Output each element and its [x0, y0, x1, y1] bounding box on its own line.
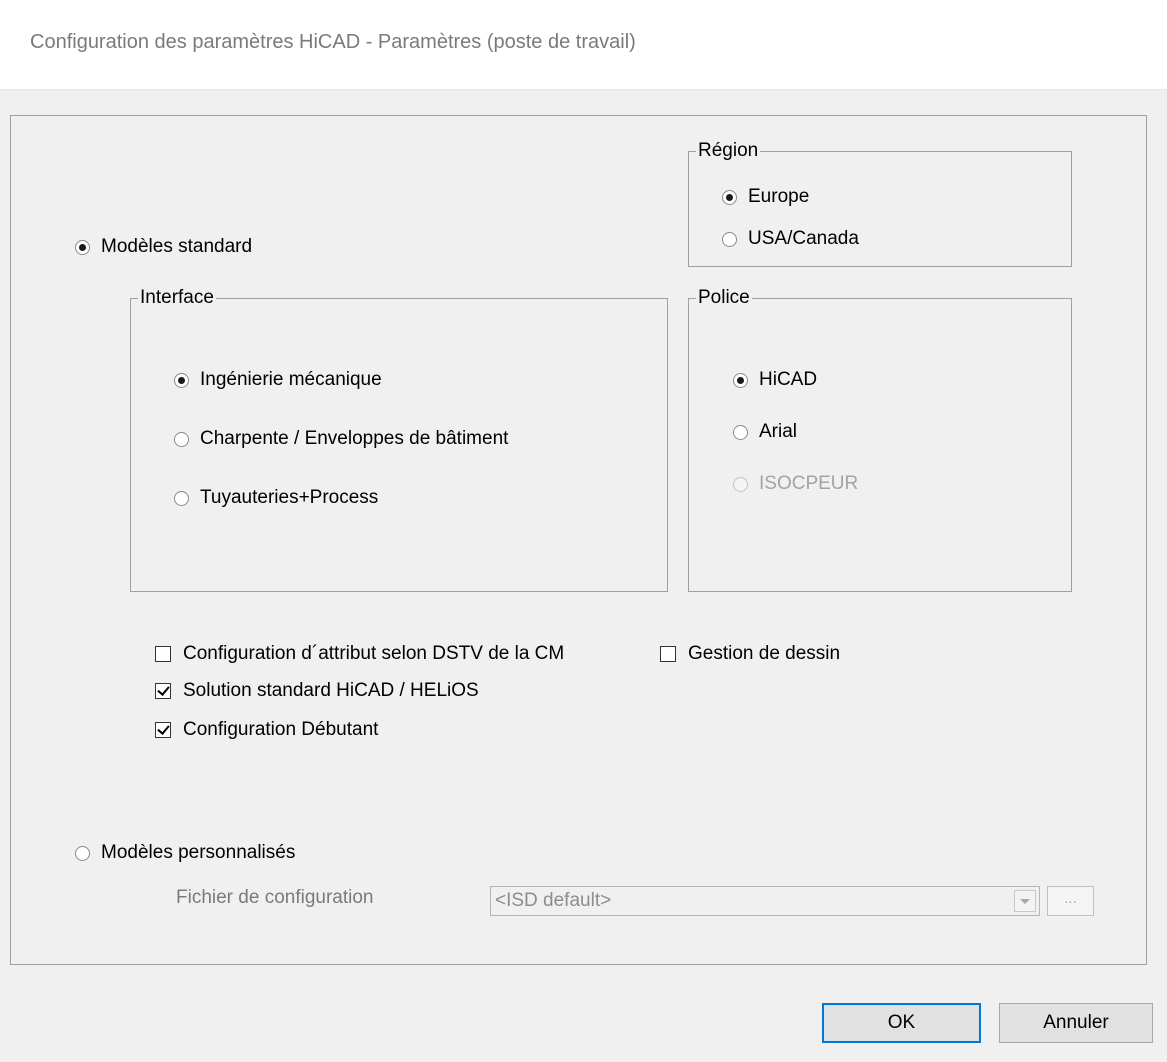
config-file-combo[interactable]: <ISD default> — [490, 886, 1040, 916]
custom-templates-radio[interactable]: Modèles personnalisés — [75, 842, 295, 864]
radio-indicator — [174, 372, 189, 388]
font-option-arial[interactable]: Arial — [733, 421, 797, 443]
region-option-usa-canada[interactable]: USA/Canada — [722, 228, 859, 250]
drawing-management-checkbox[interactable]: Gestion de dessin — [660, 643, 840, 665]
checkbox-indicator — [660, 646, 676, 662]
interface-option-label: Ingénierie mécanique — [200, 369, 382, 390]
interface-option-label: Tuyauteries+Process — [200, 487, 379, 508]
interface-option-mechanical[interactable]: Ingénierie mécanique — [174, 369, 382, 391]
dstv-attribute-checkbox[interactable]: Configuration d´attribut selon DSTV de l… — [155, 643, 564, 665]
drawing-management-label: Gestion de dessin — [688, 643, 841, 664]
helios-solution-checkbox[interactable]: Solution standard HiCAD / HELiOS — [155, 680, 479, 702]
cancel-button[interactable]: Annuler — [999, 1003, 1153, 1043]
interface-option-label: Charpente / Enveloppes de bâtiment — [200, 428, 509, 449]
standard-templates-radio[interactable]: Modèles standard — [75, 236, 252, 258]
title-bar: Configuration des paramètres HiCAD - Par… — [0, 0, 1167, 90]
region-option-label: Europe — [748, 186, 810, 207]
helios-solution-label: Solution standard HiCAD / HELiOS — [183, 680, 479, 701]
window-title: Configuration des paramètres HiCAD - Par… — [30, 31, 636, 53]
config-file-label: Fichier de configuration — [176, 887, 374, 908]
font-option-label: Arial — [759, 421, 798, 442]
settings-dialog: Configuration des paramètres HiCAD - Par… — [0, 0, 1167, 1062]
beginner-config-checkbox[interactable]: Configuration Débutant — [155, 719, 378, 741]
radio-indicator — [75, 239, 90, 255]
radio-indicator — [733, 372, 748, 388]
radio-indicator — [722, 189, 737, 205]
radio-indicator — [733, 476, 748, 492]
standard-templates-label: Modèles standard — [101, 236, 253, 257]
custom-templates-label: Modèles personnalisés — [101, 842, 296, 863]
region-option-label: USA/Canada — [748, 228, 859, 249]
config-file-value: <ISD default> — [495, 890, 612, 911]
chevron-down-icon[interactable] — [1014, 890, 1036, 912]
font-option-label: HiCAD — [759, 369, 818, 390]
checkbox-indicator — [155, 646, 171, 662]
radio-indicator — [174, 431, 189, 447]
browse-button[interactable]: ... — [1047, 886, 1094, 916]
checkbox-indicator — [155, 683, 171, 699]
radio-indicator — [75, 845, 90, 861]
interface-group-label: Interface — [138, 286, 216, 310]
radio-indicator — [733, 424, 748, 440]
font-group: Police — [688, 286, 1072, 592]
interface-option-steel-engineering[interactable]: Charpente / Enveloppes de bâtiment — [174, 428, 508, 450]
region-option-europe[interactable]: Europe — [722, 186, 809, 208]
radio-indicator — [722, 231, 737, 247]
font-option-hicad[interactable]: HiCAD — [733, 369, 817, 391]
ok-button[interactable]: OK — [822, 1003, 981, 1043]
region-group-label: Région — [696, 139, 761, 163]
font-group-label: Police — [696, 286, 752, 310]
font-option-isocpeur: ISOCPEUR — [733, 473, 858, 495]
font-option-label: ISOCPEUR — [759, 473, 859, 494]
checkbox-indicator — [155, 722, 171, 738]
beginner-config-label: Configuration Débutant — [183, 719, 379, 740]
radio-indicator — [174, 490, 189, 506]
title-divider — [0, 89, 1167, 90]
dstv-attribute-label: Configuration d´attribut selon DSTV de l… — [183, 643, 565, 664]
interface-option-piping[interactable]: Tuyauteries+Process — [174, 487, 378, 509]
